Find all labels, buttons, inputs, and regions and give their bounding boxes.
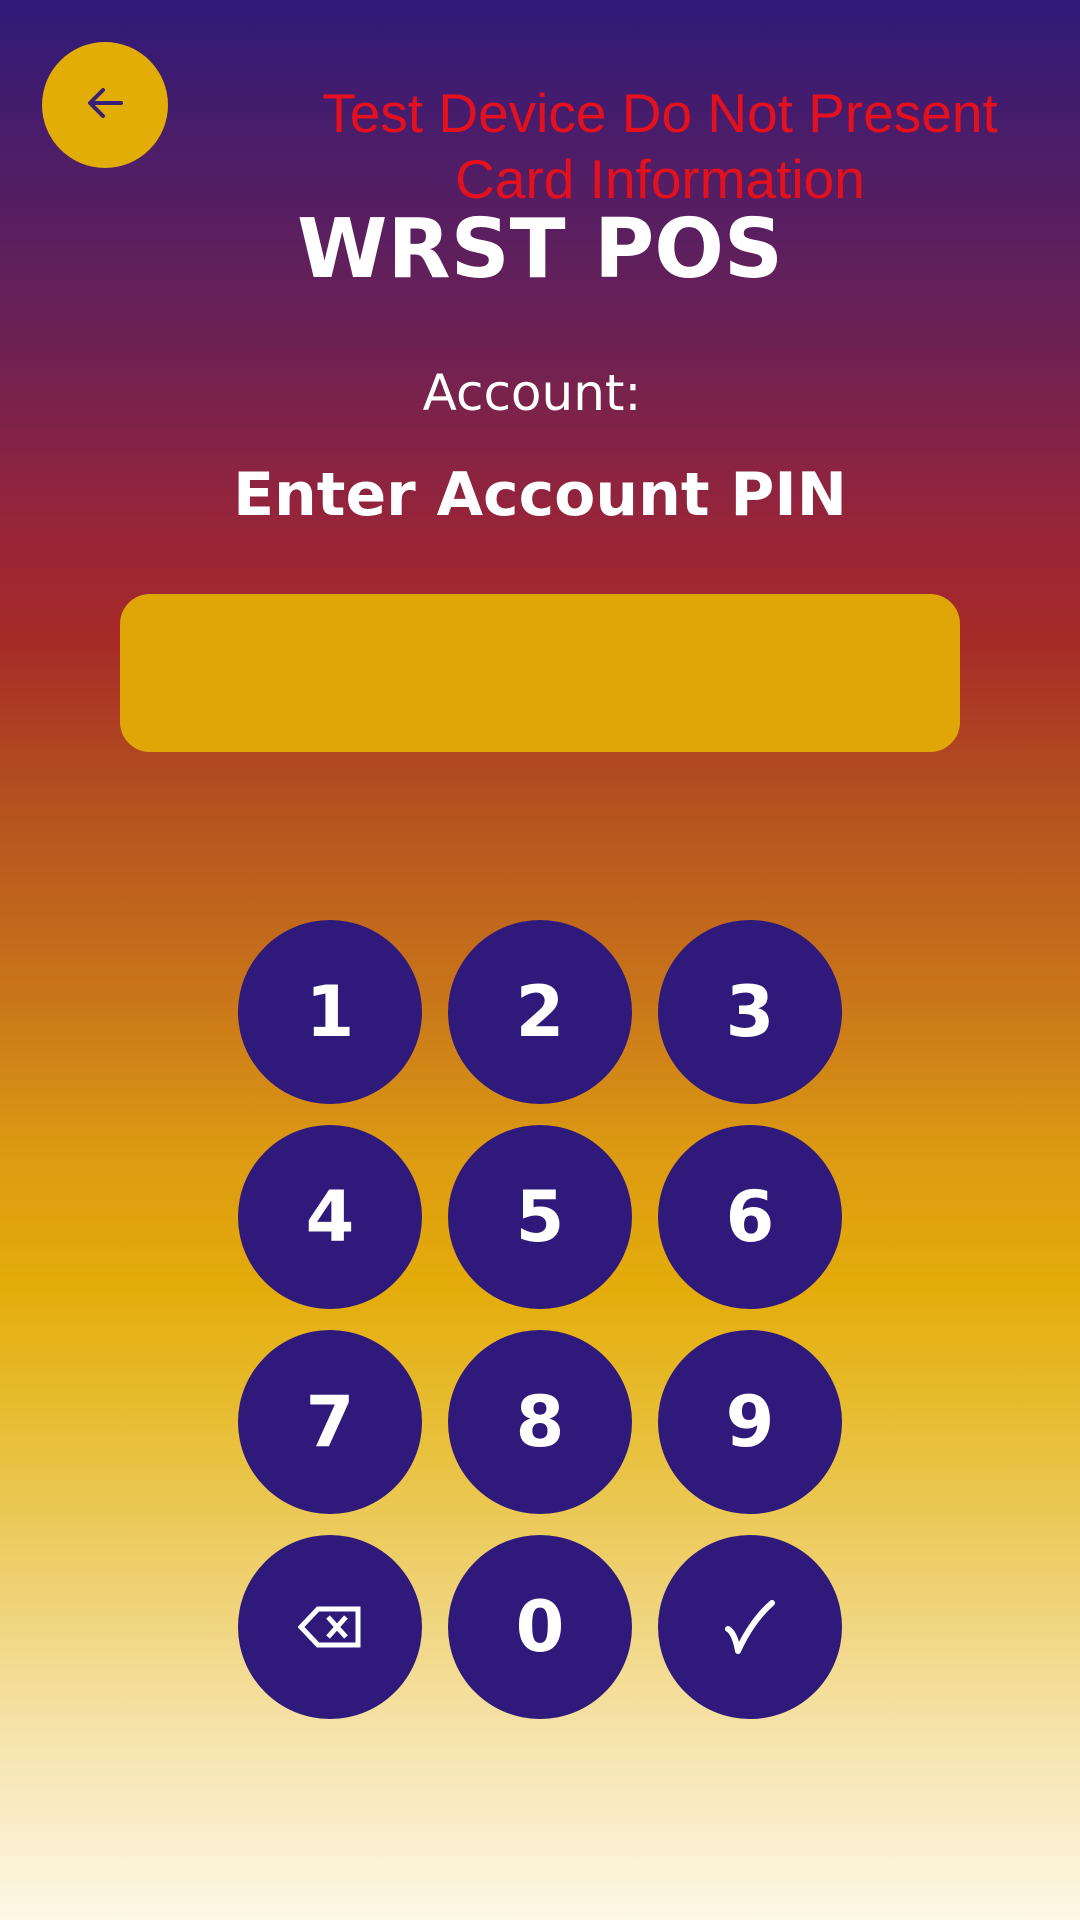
key-5[interactable]: 5 bbox=[448, 1125, 632, 1309]
key-7[interactable]: 7 bbox=[238, 1330, 422, 1514]
back-button[interactable] bbox=[42, 42, 168, 168]
app-title: WRST POS bbox=[297, 202, 783, 297]
account-label: Account: bbox=[422, 364, 642, 422]
key-1[interactable]: 1 bbox=[238, 920, 422, 1104]
key-9[interactable]: 9 bbox=[658, 1330, 842, 1514]
pin-input[interactable] bbox=[120, 594, 960, 752]
backspace-icon bbox=[298, 1605, 362, 1649]
backspace-button[interactable] bbox=[238, 1535, 422, 1719]
key-0[interactable]: 0 bbox=[448, 1535, 632, 1719]
key-6[interactable]: 6 bbox=[658, 1125, 842, 1309]
pin-keypad: 1 2 3 4 5 6 7 8 9 0 bbox=[238, 920, 842, 1719]
key-2[interactable]: 2 bbox=[448, 920, 632, 1104]
confirm-button[interactable] bbox=[658, 1535, 842, 1719]
key-4[interactable]: 4 bbox=[238, 1125, 422, 1309]
key-3[interactable]: 3 bbox=[658, 920, 842, 1104]
key-8[interactable]: 8 bbox=[448, 1330, 632, 1514]
arrow-left-icon bbox=[81, 79, 129, 132]
test-device-warning: Test Device Do Not Present Card Informat… bbox=[322, 82, 998, 210]
pin-prompt: Enter Account PIN bbox=[233, 460, 847, 530]
checkmark-icon bbox=[724, 1599, 776, 1655]
